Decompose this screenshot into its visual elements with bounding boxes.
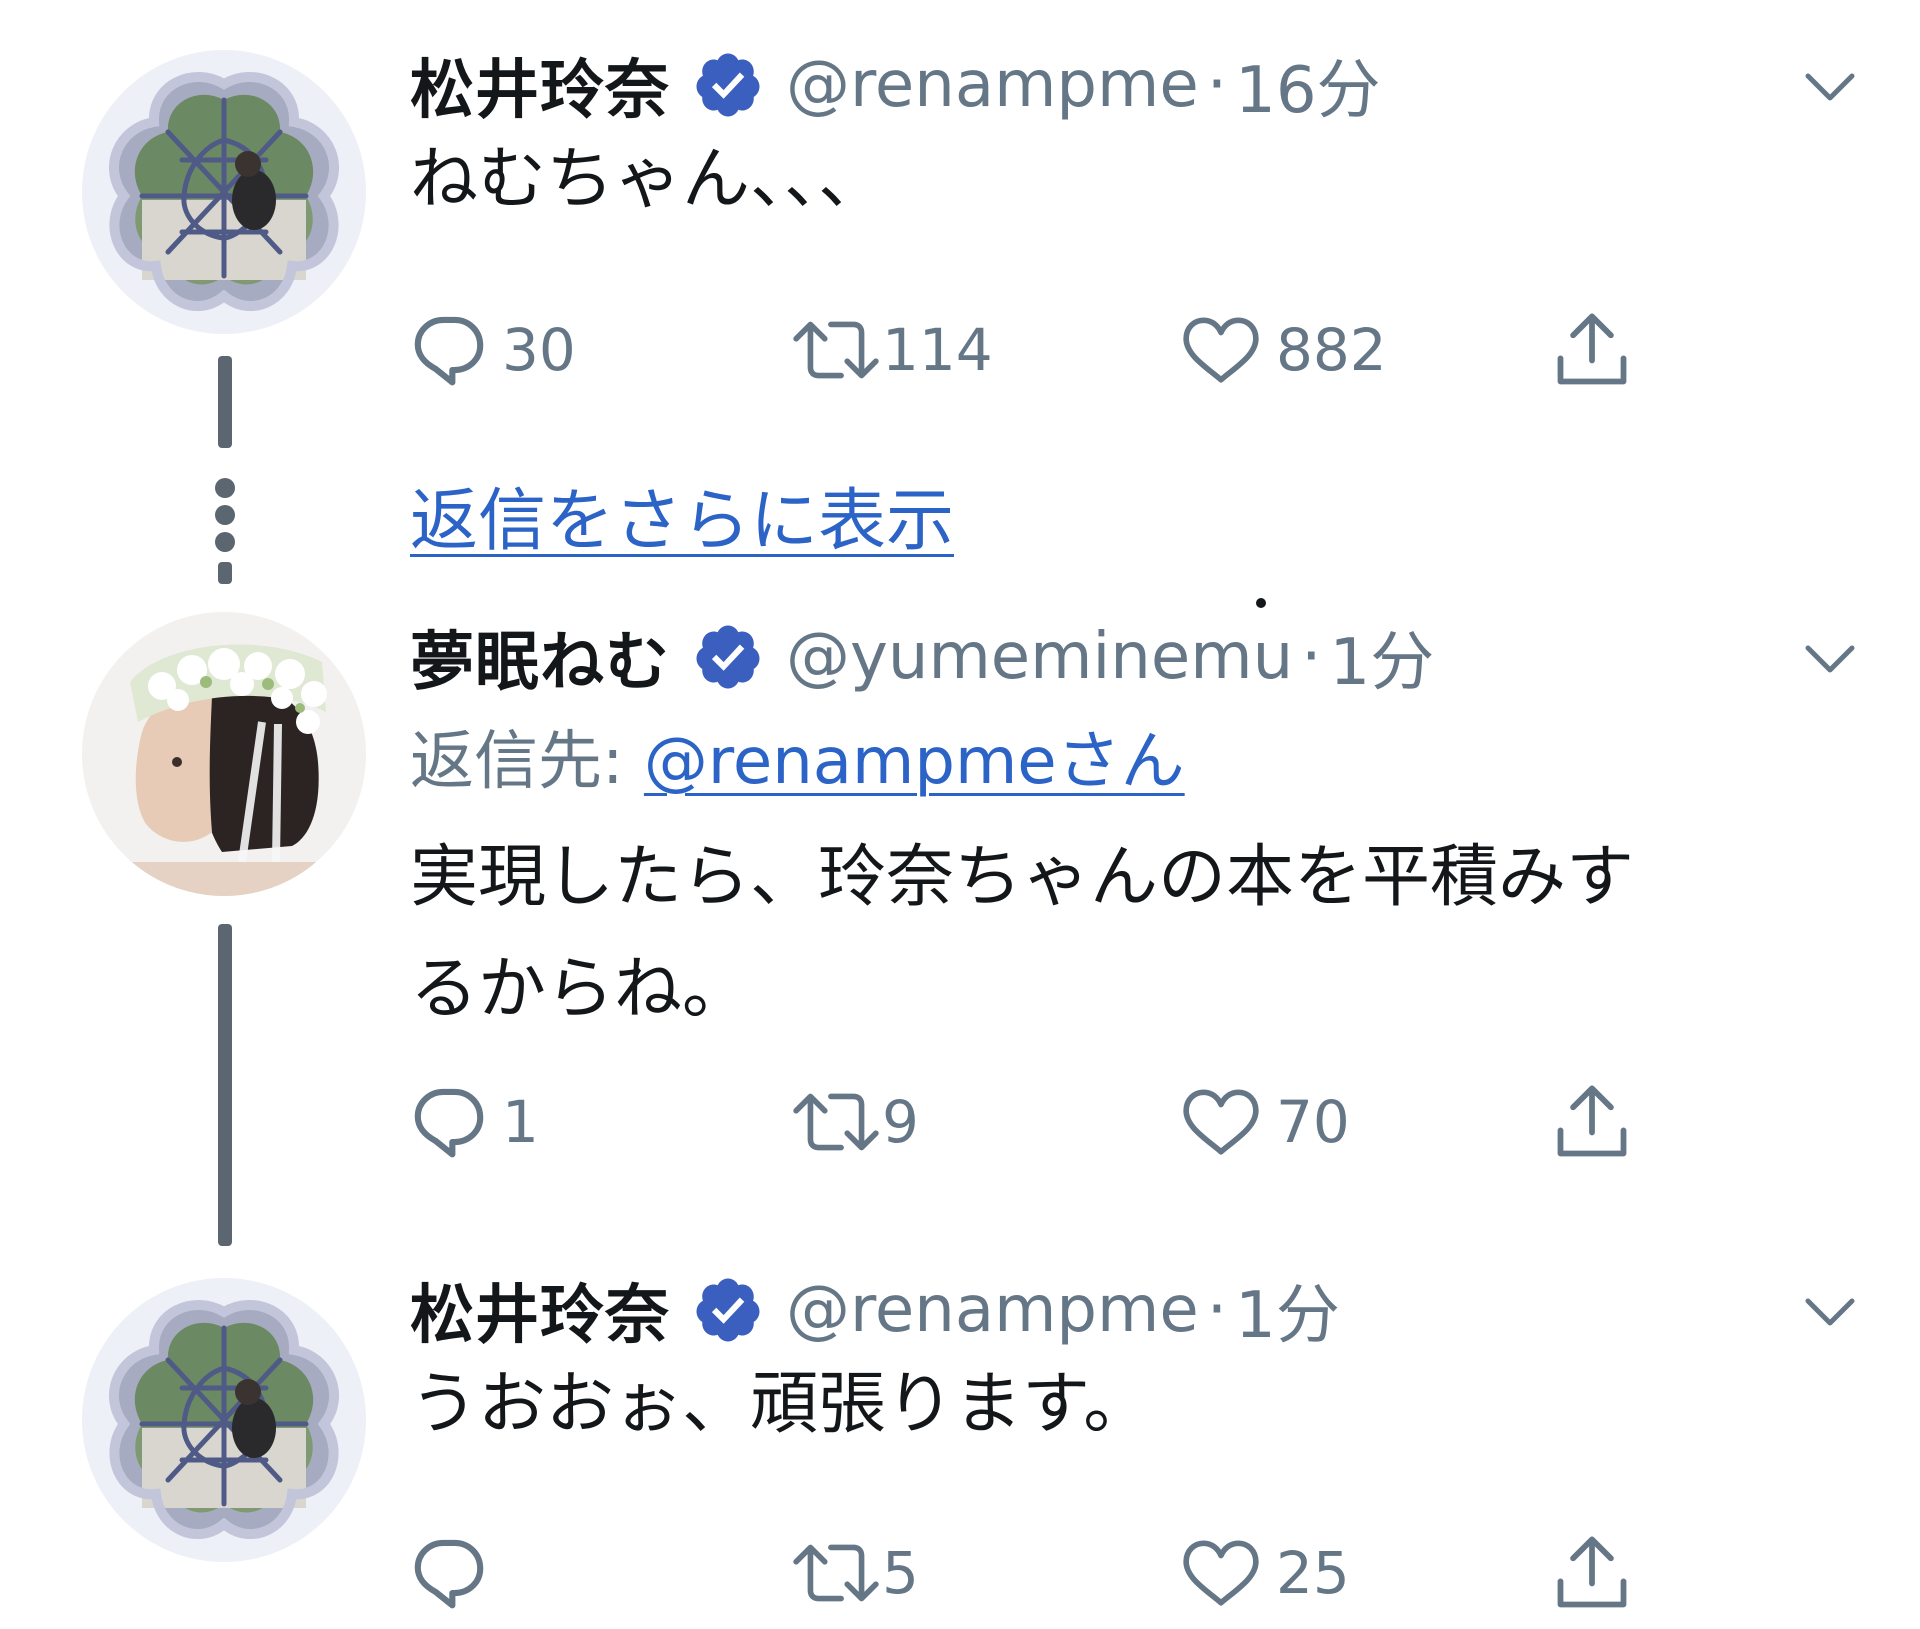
tweet-text: ねむちゃん、、、 (410, 140, 887, 219)
tweet-header: 松井玲奈 @renampme · 16分 (410, 40, 1810, 130)
tweet-text: 実現したら、玲奈ちゃんの本を平積みす るからね。 (410, 838, 1635, 1029)
tweet-actions: 1 9 70 (410, 1077, 1710, 1167)
display-name[interactable]: 夢眠ねむ (410, 611, 670, 703)
verified-icon (692, 49, 764, 121)
retweet-button[interactable]: 114 (790, 305, 993, 395)
share-button[interactable] (1550, 305, 1634, 395)
tweet-header: 松井玲奈 @renampme · 1分 (410, 1265, 1810, 1355)
retweet-icon (790, 1086, 882, 1158)
reply-icon (410, 311, 488, 389)
reply-count: 30 (502, 316, 576, 384)
like-icon (1180, 314, 1262, 386)
reply-count: 1 (502, 1088, 539, 1156)
share-button[interactable] (1550, 1077, 1634, 1167)
user-handle[interactable]: @renampme (786, 1273, 1199, 1347)
reply-button[interactable]: 30 (410, 305, 576, 395)
like-button[interactable]: 25 (1180, 1528, 1350, 1618)
like-icon (1180, 1086, 1262, 1158)
like-count: 25 (1276, 1539, 1350, 1607)
timestamp[interactable]: 1分 (1329, 611, 1434, 703)
thread-line-gap-end (218, 562, 232, 584)
share-icon (1550, 1080, 1634, 1164)
thread-gap-dot (215, 532, 235, 552)
reply-to-line: 返信先: @renampmeさん (410, 712, 1810, 812)
tweet-content: 松井玲奈 @renampme · 16分 ねむちゃん、、、 (410, 40, 1810, 230)
avatar[interactable] (82, 612, 366, 896)
share-icon (1550, 1531, 1634, 1615)
retweet-count: 9 (882, 1088, 919, 1156)
show-more-replies-link[interactable]: 返信をさらに表示 (410, 465, 954, 564)
reply-to-label: 返信先: (410, 725, 644, 799)
retweet-icon (790, 314, 882, 386)
share-button[interactable] (1550, 1528, 1634, 1618)
timestamp[interactable]: 16分 (1235, 39, 1380, 131)
thread-gap-dot (215, 478, 235, 498)
like-icon (1180, 1537, 1262, 1609)
tweet-content: 松井玲奈 @renampme · 1分 うおおぉ、頑張ります。 (410, 1265, 1810, 1455)
tweet-actions: 5 25 (410, 1528, 1710, 1618)
retweet-count: 114 (882, 316, 993, 384)
like-button[interactable]: 70 (1180, 1077, 1350, 1167)
thread-line-middle (218, 924, 232, 1246)
display-name[interactable]: 松井玲奈 (410, 1264, 670, 1356)
timestamp[interactable]: 1分 (1235, 1264, 1340, 1356)
reply-button[interactable]: 1 (410, 1077, 539, 1167)
tweet-text: うおおぉ、頑張ります。 (410, 1365, 1152, 1444)
separator: · (1206, 1273, 1228, 1347)
chevron-down-icon[interactable] (1800, 1287, 1860, 1337)
share-icon (1550, 308, 1634, 392)
reply-icon (410, 1534, 488, 1612)
reply-icon (410, 1083, 488, 1161)
thread-gap-dot (215, 505, 235, 525)
retweet-button[interactable]: 5 (790, 1528, 919, 1618)
stray-dot (1256, 598, 1266, 608)
user-handle[interactable]: @renampme (786, 48, 1199, 122)
tweet-content: 夢眠ねむ @yumeminemu · 1分 返信先: @renampmeさん 実… (410, 612, 1810, 1046)
retweet-count: 5 (882, 1539, 919, 1607)
separator: · (1301, 620, 1322, 694)
reply-button[interactable] (410, 1528, 502, 1618)
chevron-down-icon[interactable] (1800, 634, 1860, 684)
like-count: 882 (1276, 316, 1387, 384)
tweet-header: 夢眠ねむ @yumeminemu · 1分 (410, 612, 1810, 702)
display-name[interactable]: 松井玲奈 (410, 39, 670, 131)
chevron-down-icon[interactable] (1800, 62, 1860, 112)
reply-to-mention[interactable]: @renampmeさん (644, 725, 1185, 799)
thread-line-top (218, 356, 232, 448)
user-handle[interactable]: @yumeminemu (786, 620, 1293, 694)
verified-icon (692, 1274, 764, 1346)
verified-icon (692, 621, 764, 693)
tweet-actions: 30 114 882 (410, 305, 1710, 395)
separator: · (1206, 48, 1228, 122)
avatar[interactable] (82, 1278, 366, 1562)
avatar[interactable] (82, 50, 366, 334)
like-button[interactable]: 882 (1180, 305, 1387, 395)
retweet-button[interactable]: 9 (790, 1077, 919, 1167)
like-count: 70 (1276, 1088, 1350, 1156)
retweet-icon (790, 1537, 882, 1609)
